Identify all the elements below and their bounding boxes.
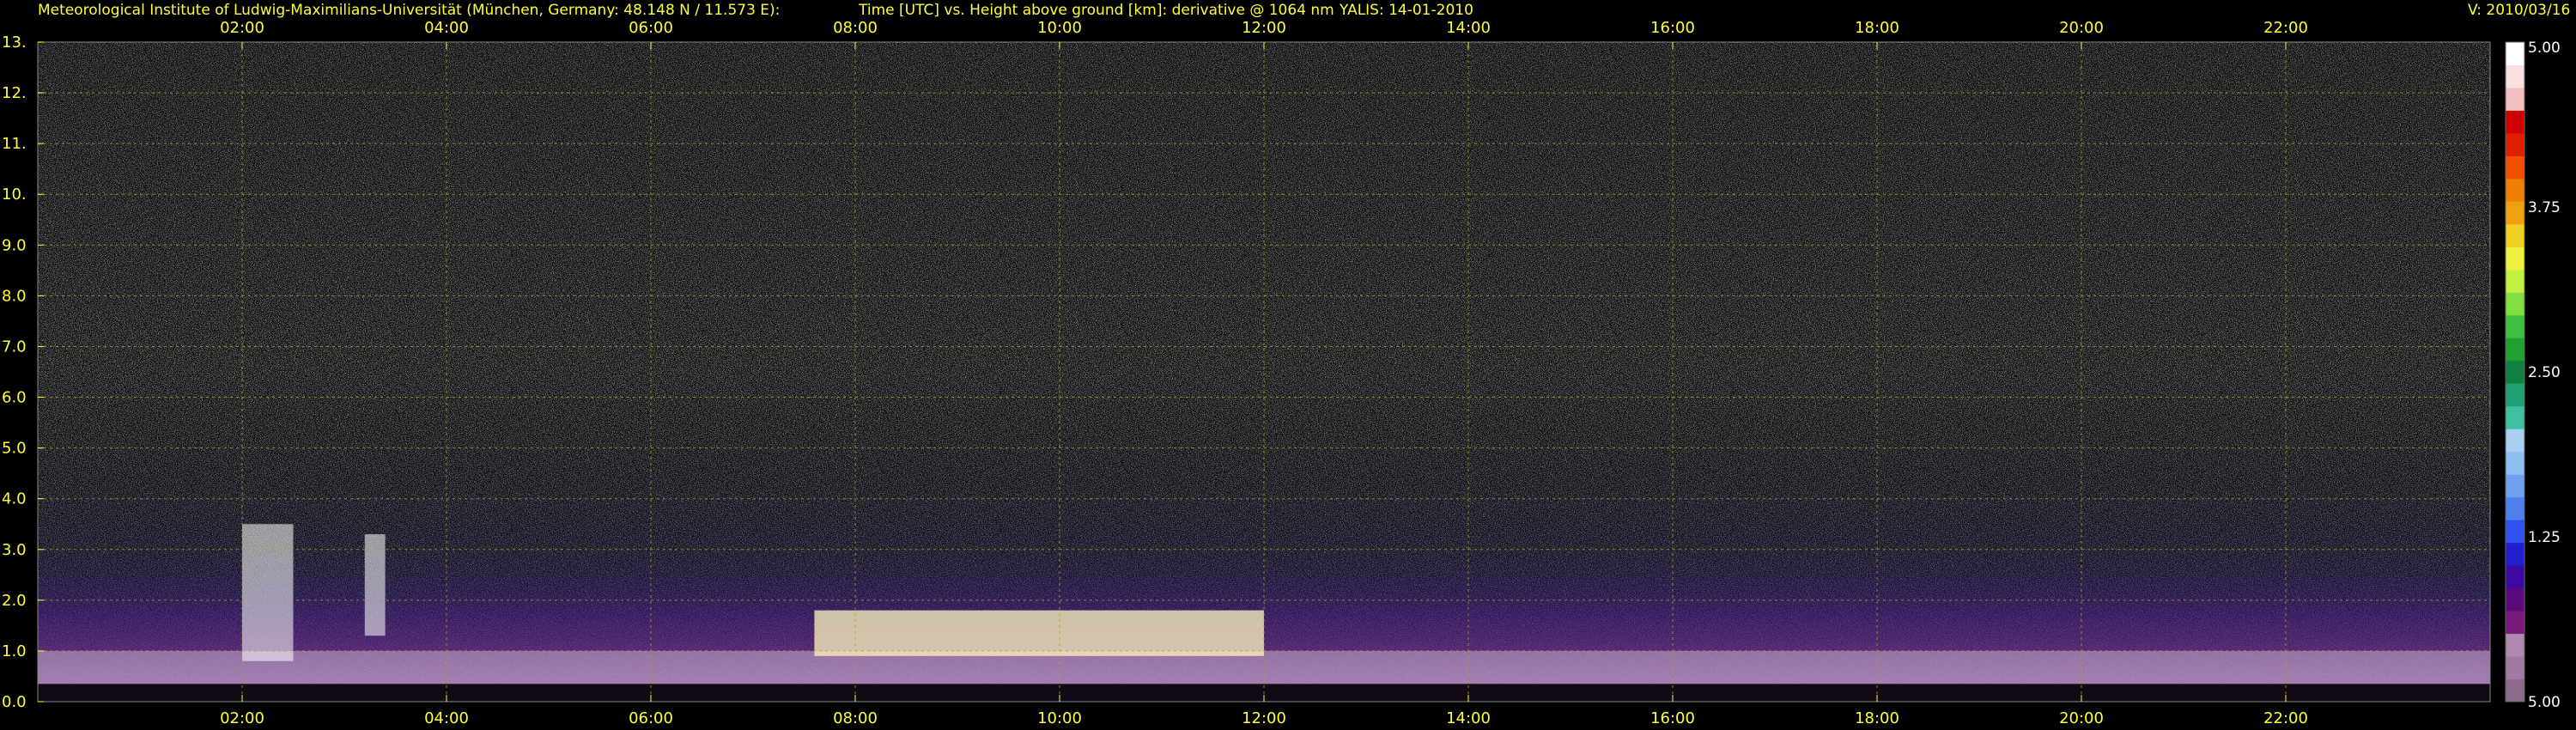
colorbar-tick-1: 3.75 <box>2528 199 2561 216</box>
colorbar-tick-3: 1.25 <box>2528 529 2561 546</box>
colorbar-swatch-0 <box>2506 678 2524 703</box>
x-tick-top-3: 08:00 <box>833 19 878 37</box>
colorbar-swatch-8 <box>2506 496 2524 520</box>
y-tick-7: 7.0 <box>2 338 27 356</box>
x-tick-top-8: 18:00 <box>1855 19 1899 37</box>
y-tick-1: 1.0 <box>2 642 27 660</box>
colorbar-swatch-18 <box>2506 269 2524 293</box>
y-tick-4: 4.0 <box>2 490 27 508</box>
colorbar-swatch-1 <box>2506 656 2524 680</box>
x-tick-top-5: 12:00 <box>1242 19 1286 37</box>
colorbar-tick-4: 5.00 <box>2528 694 2561 711</box>
colorbar-swatch-10 <box>2506 451 2524 475</box>
y-tick-2: 2.0 <box>2 592 27 610</box>
colorbar-swatch-22 <box>2506 178 2524 202</box>
x-tick-bottom-6: 14:00 <box>1446 709 1491 727</box>
colorbar-swatch-7 <box>2506 520 2524 544</box>
x-tick-bottom-10: 22:00 <box>2263 709 2308 727</box>
y-tick-6: 6.0 <box>2 389 27 407</box>
x-tick-top-9: 20:00 <box>2059 19 2104 37</box>
colorbar-swatch-4 <box>2506 587 2524 611</box>
colorbar <box>2505 41 2525 703</box>
y-tick-12: 12. <box>2 84 27 102</box>
x-tick-bottom-9: 20:00 <box>2059 709 2104 727</box>
colorbar-swatch-9 <box>2506 474 2524 498</box>
version-label: V: 2010/03/16 <box>2468 2 2570 19</box>
x-tick-bottom-2: 06:00 <box>629 709 673 727</box>
x-tick-bottom-1: 04:00 <box>424 709 469 727</box>
colorbar-swatch-23 <box>2506 155 2524 179</box>
y-tick-9: 9.0 <box>2 236 27 254</box>
colorbar-swatch-16 <box>2506 314 2524 338</box>
colorbar-swatch-14 <box>2506 360 2524 384</box>
colorbar-swatch-24 <box>2506 132 2524 156</box>
colorbar-swatch-20 <box>2506 223 2524 247</box>
colorbar-swatch-28 <box>2506 42 2524 65</box>
x-tick-top-4: 10:00 <box>1037 19 1082 37</box>
colorbar-swatch-21 <box>2506 201 2524 225</box>
y-tick-3: 3.0 <box>2 541 27 559</box>
y-tick-11: 11. <box>2 135 27 153</box>
colorbar-swatch-13 <box>2506 383 2524 407</box>
x-tick-top-1: 04:00 <box>424 19 469 37</box>
y-tick-0: 0.0 <box>2 693 27 711</box>
colorbar-swatch-5 <box>2506 565 2524 589</box>
colorbar-swatch-12 <box>2506 405 2524 429</box>
y-tick-10: 10. <box>2 186 27 204</box>
y-tick-5: 5.0 <box>2 440 27 458</box>
colorbar-swatch-11 <box>2506 429 2524 453</box>
x-tick-top-6: 14:00 <box>1446 19 1491 37</box>
colorbar-swatch-15 <box>2506 338 2524 362</box>
feature-3 <box>814 610 1264 656</box>
colorbar-swatch-6 <box>2506 542 2524 566</box>
x-tick-top-10: 22:00 <box>2263 19 2308 37</box>
colorbar-swatch-3 <box>2506 611 2524 635</box>
institute-header: Meteorological Institute of Ludwig-Maxim… <box>38 2 780 19</box>
colorbar-swatch-27 <box>2506 64 2524 88</box>
lidar-chart: Meteorological Institute of Ludwig-Maxim… <box>2 2 2570 727</box>
colorbar-swatch-19 <box>2506 246 2524 271</box>
instrument-date: YALIS: 14-01-2010 <box>1339 2 1473 19</box>
y-tick-8: 8.0 <box>2 287 27 305</box>
colorbar-swatch-2 <box>2506 633 2524 657</box>
colorbar-tick-2: 2.50 <box>2528 364 2561 381</box>
x-tick-top-2: 06:00 <box>629 19 673 37</box>
feature-1 <box>242 524 294 661</box>
x-tick-bottom-5: 12:00 <box>1242 709 1286 727</box>
x-tick-bottom-3: 08:00 <box>833 709 878 727</box>
x-tick-bottom-8: 18:00 <box>1855 709 1899 727</box>
x-tick-bottom-4: 10:00 <box>1037 709 1082 727</box>
x-tick-bottom-7: 16:00 <box>1650 709 1695 727</box>
x-tick-top-0: 02:00 <box>220 19 264 37</box>
x-tick-top-7: 16:00 <box>1650 19 1695 37</box>
colorbar-tick-0: 5.00 <box>2528 40 2561 57</box>
colorbar-swatch-26 <box>2506 87 2524 111</box>
x-tick-bottom-0: 02:00 <box>220 709 264 727</box>
colorbar-swatch-25 <box>2506 110 2524 134</box>
colorbar-swatch-17 <box>2506 292 2524 316</box>
plot-area <box>37 41 2491 703</box>
colorbar-ticks: 5.00 3.75 2.50 1.25 5.00 <box>2528 40 2561 711</box>
y-tick-13: 13. <box>2 33 27 52</box>
plot-title: Time [UTC] vs. Height above ground [km]:… <box>858 2 1334 19</box>
